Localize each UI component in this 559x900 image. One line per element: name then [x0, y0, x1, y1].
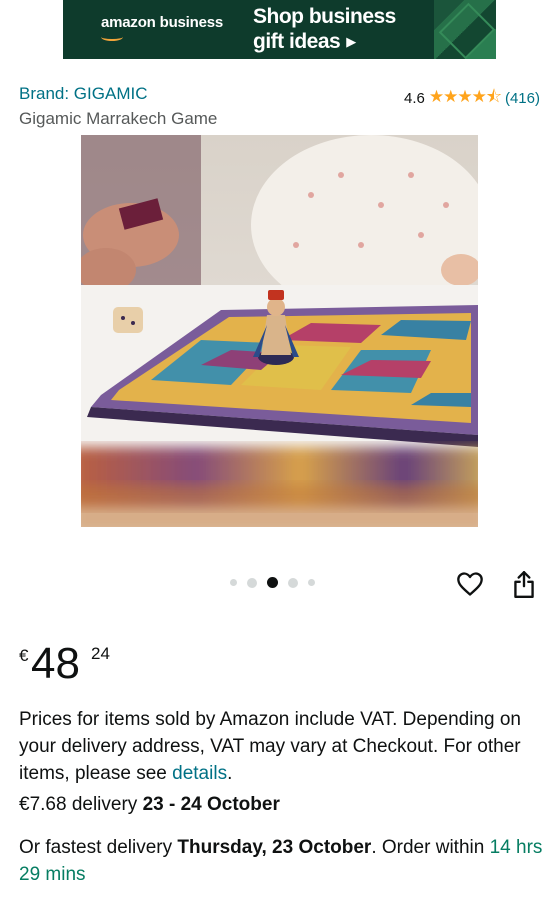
banner-decoration [434, 0, 496, 59]
banner-headline-line2: gift ideas [253, 30, 341, 53]
vat-text: Prices for items sold by Amazon include … [19, 709, 521, 784]
carousel-dot [288, 577, 298, 588]
carousel-dot [230, 579, 237, 586]
product-photo [81, 135, 478, 527]
carousel-dot [247, 577, 257, 588]
carousel-dot [308, 579, 315, 586]
play-arrow-icon: ▶ [346, 34, 356, 49]
amazon-business-banner[interactable]: amazon business Shop business gift ideas… [63, 0, 496, 59]
amazon-smile-icon [101, 33, 123, 41]
fastest-delivery: Or fastest delivery Thursday, 23 October… [19, 834, 549, 888]
amazon-business-logo: amazon business [101, 14, 224, 31]
price-whole: 48 [31, 639, 80, 688]
fastest-prefix: Or fastest delivery [19, 837, 178, 858]
price-currency: € [19, 646, 29, 665]
banner-headline-line1: Shop business [253, 5, 396, 28]
rating-summary[interactable]: 4.6 ★★★★⯪ (416) [404, 84, 540, 113]
vat-notice: Prices for items sold by Amazon include … [19, 706, 549, 787]
product-title: Gigamic Marrakech Game [19, 109, 218, 128]
rating-value: 4.6 [404, 90, 425, 107]
carousel-dot-active [267, 577, 278, 588]
price-fraction: 24 [91, 644, 110, 663]
heart-icon[interactable] [456, 570, 484, 598]
share-icon[interactable] [511, 569, 537, 599]
delivery-info: €7.68 delivery 23 - 24 October [19, 791, 280, 818]
delivery-cost: €7.68 delivery [19, 794, 143, 815]
fastest-date: Thursday, 23 October [177, 837, 372, 858]
image-carousel-dots [230, 577, 315, 588]
delivery-dates: 23 - 24 October [142, 794, 280, 815]
product-image[interactable] [81, 135, 478, 527]
fastest-middle: . Order within [371, 837, 490, 858]
star-rating-icon: ★★★★⯪ [428, 87, 502, 106]
details-link[interactable]: details [172, 763, 227, 784]
brand-link[interactable]: Brand: GIGAMIC [19, 84, 147, 104]
vat-end: . [227, 763, 233, 784]
banner-headline: Shop business gift ideas ▶ [253, 4, 396, 54]
rating-count: (416) [504, 90, 540, 107]
